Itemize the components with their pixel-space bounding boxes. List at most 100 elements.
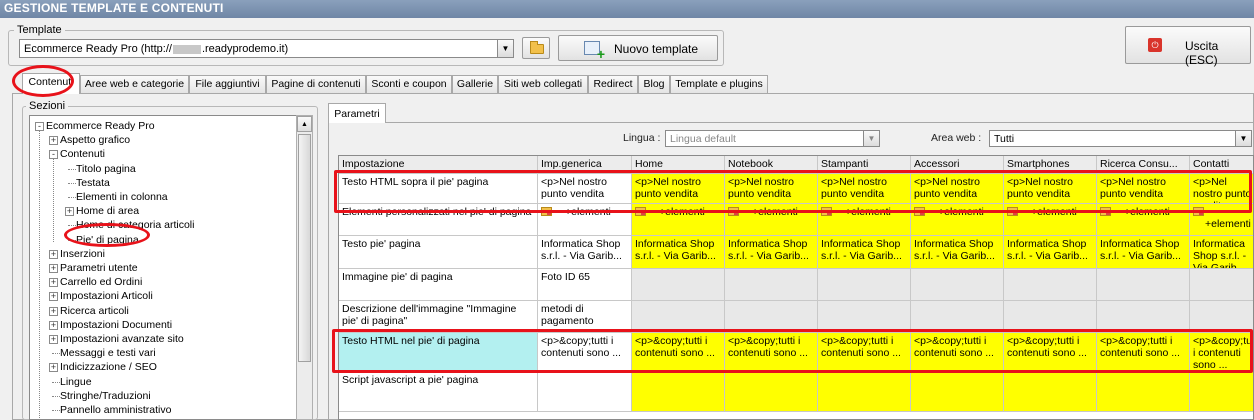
setting-name-cell[interactable]: Elementi personalizzati nel pie' di pagi… <box>339 204 538 236</box>
area-value-cell[interactable]: +elementi <box>725 204 818 236</box>
area-value-cell[interactable]: +elementi <box>911 204 1004 236</box>
area-value-cell[interactable] <box>1190 269 1253 301</box>
tree-item[interactable]: Messaggi e testi vari <box>60 346 156 360</box>
area-value-cell[interactable] <box>1097 269 1190 301</box>
open-folder-button[interactable] <box>522 37 550 59</box>
expand-icon[interactable]: + <box>65 207 74 217</box>
column-header[interactable]: Ricerca Consu... <box>1097 156 1190 174</box>
column-header[interactable]: Contatti <box>1190 156 1253 174</box>
tab-aree-web[interactable]: Aree web e categorie <box>80 75 189 93</box>
column-header[interactable]: Impostazione <box>339 156 538 174</box>
area-value-cell[interactable] <box>632 372 725 412</box>
area-value-cell[interactable] <box>1004 269 1097 301</box>
expand-icon[interactable]: + <box>49 306 58 316</box>
area-value-cell[interactable]: +elementi <box>1004 204 1097 236</box>
generic-value-cell[interactable]: Foto ID 65 <box>538 269 632 301</box>
area-value-cell[interactable] <box>632 269 725 301</box>
area-value-cell[interactable]: <p>Nel nostro punto vendita <box>911 174 1004 204</box>
generic-value-cell[interactable]: <p>&copy;tutti i contenuti sono ... <box>538 333 632 372</box>
area-value-cell[interactable]: <p>&copy;tutti i contenuti sono ... <box>1004 333 1097 372</box>
area-value-cell[interactable]: +elementi <box>818 204 911 236</box>
expand-icon[interactable]: + <box>49 136 58 146</box>
area-value-cell[interactable] <box>818 269 911 301</box>
tab-parametri[interactable]: Parametri <box>328 103 386 123</box>
area-value-cell[interactable] <box>725 372 818 412</box>
chevron-down-icon[interactable]: ▼ <box>497 40 513 57</box>
collapse-icon[interactable]: - <box>35 122 44 131</box>
tree-item[interactable]: Impostazioni avanzate sito <box>60 332 184 346</box>
tree-item[interactable]: Lingue <box>60 375 92 389</box>
area-value-cell[interactable] <box>911 269 1004 301</box>
scroll-up-icon[interactable]: ▲ <box>297 116 312 132</box>
tree-item[interactable]: Titolo pagina <box>76 162 136 176</box>
area-value-cell[interactable] <box>1190 372 1253 412</box>
tree-item[interactable]: Stringhe/Traduzioni <box>60 389 151 403</box>
area-value-cell[interactable]: <p>Nel nostro punto vendita <box>725 174 818 204</box>
scroll-thumb[interactable] <box>298 134 311 362</box>
area-value-cell[interactable]: <p>&copy;tutti i contenuti sono ... <box>725 333 818 372</box>
tree-item[interactable]: Elementi in colonna <box>76 190 168 204</box>
area-value-cell[interactable] <box>1097 301 1190 333</box>
area-value-cell[interactable] <box>911 301 1004 333</box>
tree-item[interactable]: Aspetto grafico <box>60 133 130 147</box>
exit-button[interactable]: ⏻ Uscita (ESC) <box>1125 26 1251 67</box>
template-select[interactable]: Ecommerce Ready Pro (http:// .readyprodem… <box>19 39 514 58</box>
tree-item[interactable]: Parametri utente <box>60 261 138 275</box>
expand-icon[interactable]: + <box>49 249 58 259</box>
tab-gallerie[interactable]: Gallerie <box>452 75 498 93</box>
setting-name-cell[interactable]: Descrizione dell'immagine "Immagine pie'… <box>339 301 538 333</box>
tree-item[interactable]: Testata <box>76 176 110 190</box>
tree-item[interactable]: Home di categoria articoli <box>76 218 194 232</box>
area-value-cell[interactable] <box>1097 372 1190 412</box>
area-value-cell[interactable]: Informatica Shop s.r.l. - Via Garib... <box>632 236 725 269</box>
chevron-down-icon[interactable]: ▼ <box>1235 131 1251 146</box>
area-value-cell[interactable]: +elementi <box>1190 204 1253 236</box>
area-value-cell[interactable]: +elementi <box>1097 204 1190 236</box>
tab-siti-collegati[interactable]: Siti web collegati <box>498 75 588 93</box>
setting-name-cell[interactable]: Immagine pie' di pagina <box>339 269 538 301</box>
generic-value-cell[interactable]: +elementi <box>538 204 632 236</box>
tree-item[interactable]: Ricerca articoli <box>60 304 129 318</box>
area-value-cell[interactable] <box>1004 301 1097 333</box>
area-value-cell[interactable]: Informatica Shop s.r.l. - Via Garib... <box>911 236 1004 269</box>
expand-icon[interactable]: + <box>49 335 58 344</box>
tree-item[interactable]: Inserzioni <box>60 247 105 261</box>
column-header[interactable]: Imp.generica <box>538 156 632 174</box>
expand-icon[interactable]: + <box>49 363 58 373</box>
setting-name-cell[interactable]: Script javascript a pie' pagina <box>339 372 538 412</box>
tab-template-plugins[interactable]: Template e plugins <box>670 75 768 93</box>
area-value-cell[interactable]: <p>&copy;tutti i contenuti sono ... <box>632 333 725 372</box>
area-value-cell[interactable]: <p>&copy;tutti i contenuti sono ... <box>1190 333 1253 372</box>
sections-tree[interactable]: - Ecommerce Ready Pro + Aspetto grafico - Con… <box>29 115 297 420</box>
new-template-button[interactable]: Nuovo template <box>558 35 718 61</box>
expand-icon[interactable]: + <box>49 264 58 273</box>
area-value-cell[interactable] <box>632 301 725 333</box>
chevron-down-icon[interactable]: ▼ <box>863 131 879 146</box>
tab-redirect[interactable]: Redirect <box>588 75 638 93</box>
tree-item[interactable]: Contenuti <box>60 147 105 161</box>
area-value-cell[interactable]: <p>&copy;tutti i contenuti sono ... <box>911 333 1004 372</box>
tree-item[interactable]: Home di area <box>76 204 139 218</box>
setting-name-cell[interactable]: Testo HTML nel pie' di pagina <box>339 333 538 372</box>
area-value-cell[interactable]: <p>Nel nostro punto vendita <box>1190 174 1253 204</box>
tree-item[interactable]: Impostazioni Documenti <box>60 318 172 332</box>
setting-name-cell[interactable]: Testo HTML sopra il pie' pagina <box>339 174 538 204</box>
expand-icon[interactable]: + <box>49 320 58 330</box>
expand-icon[interactable]: + <box>49 292 58 302</box>
area-value-cell[interactable]: <p>Nel nostro punto vendita <box>818 174 911 204</box>
area-value-cell[interactable] <box>725 301 818 333</box>
area-value-cell[interactable] <box>818 372 911 412</box>
area-value-cell[interactable]: <p>&copy;tutti i contenuti sono ... <box>1097 333 1190 372</box>
tab-pagine-contenuti[interactable]: Pagine di contenuti <box>266 75 366 93</box>
area-value-cell[interactable]: Informatica Shop s.r.l. - Via Garib... <box>1190 236 1253 269</box>
area-value-cell[interactable]: <p>Nel nostro punto vendita <box>1004 174 1097 204</box>
column-header[interactable]: Accessori <box>911 156 1004 174</box>
tab-sconti-coupon[interactable]: Sconti e coupon <box>366 75 452 93</box>
area-value-cell[interactable] <box>725 269 818 301</box>
tree-item[interactable]: Pannello amministrativo <box>60 403 171 417</box>
area-value-cell[interactable] <box>1004 372 1097 412</box>
tab-contenuti[interactable]: Contenuti <box>22 73 80 94</box>
area-value-cell[interactable]: Informatica Shop s.r.l. - Via Garib... <box>725 236 818 269</box>
setting-name-cell[interactable]: Testo pie' pagina <box>339 236 538 269</box>
area-value-cell[interactable]: <p>Nel nostro punto vendita <box>632 174 725 204</box>
